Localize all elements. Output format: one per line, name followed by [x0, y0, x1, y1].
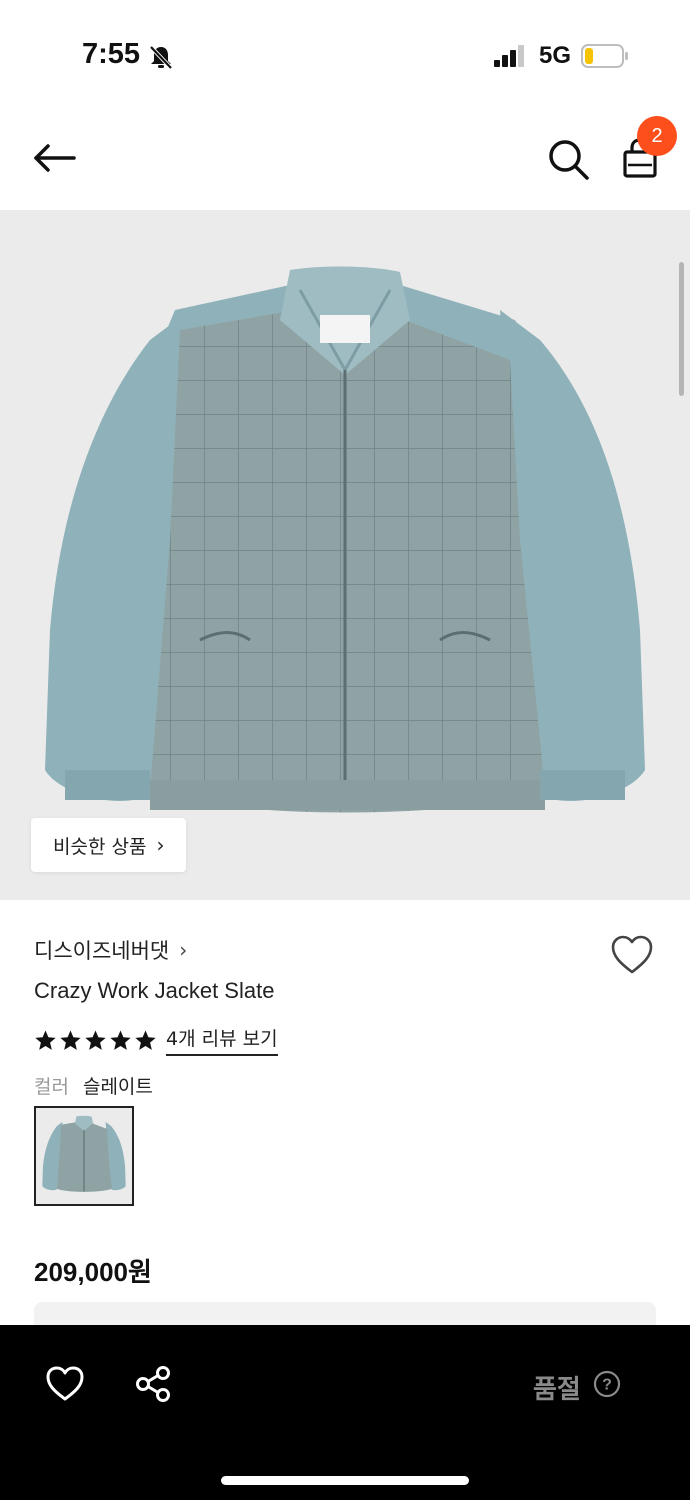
battery-icon	[581, 44, 628, 68]
brand-link[interactable]: 디스이즈네버댓 ›	[34, 935, 187, 965]
share-icon[interactable]	[134, 1365, 172, 1403]
product-image[interactable]	[0, 210, 690, 900]
jacket-thumbnail	[42, 1115, 126, 1192]
star-icon	[60, 1029, 81, 1050]
star-icon	[135, 1029, 156, 1050]
scroll-indicator[interactable]	[679, 262, 684, 396]
similar-products-label: 비슷한 상품	[53, 835, 147, 858]
bottom-action-bar: 품절 ?	[0, 1325, 690, 1500]
brand-name: 디스이즈네버댓	[34, 939, 170, 963]
star-icon	[110, 1029, 131, 1050]
signal-icon	[494, 45, 524, 67]
similar-products-button[interactable]: 비슷한 상품 ›	[31, 818, 187, 872]
svg-text:?: ?	[602, 1377, 612, 1394]
status-time: 7:55	[82, 38, 141, 70]
chevron-right-icon: ›	[156, 833, 165, 857]
nav-bar	[0, 110, 690, 210]
color-swatch-slate[interactable]	[34, 1106, 134, 1206]
color-label: 컬러	[34, 1076, 69, 1098]
network-label: 5G	[539, 42, 572, 69]
search-icon[interactable]	[543, 134, 593, 184]
heart-icon[interactable]	[45, 1365, 85, 1403]
review-link[interactable]: 4개 리뷰 보기	[166, 1024, 278, 1056]
help-icon[interactable]: ?	[593, 1370, 621, 1398]
soldout-label: 품절	[533, 1375, 581, 1405]
bell-muted-icon	[149, 45, 173, 70]
heart-icon[interactable]	[610, 934, 654, 976]
star-icon	[85, 1029, 106, 1050]
back-button[interactable]	[28, 136, 80, 180]
color-row: 컬러 슬레이트	[34, 1072, 153, 1099]
star-icon	[35, 1029, 56, 1050]
jacket-image	[45, 266, 645, 813]
product-title: Crazy Work Jacket Slate	[34, 978, 275, 1003]
chevron-right-icon: ›	[179, 938, 188, 962]
cart-count-badge: 2	[637, 116, 677, 156]
rating-row: 4개 리뷰 보기	[34, 1024, 278, 1056]
home-indicator[interactable]	[221, 1476, 469, 1485]
color-value: 슬레이트	[82, 1076, 153, 1098]
status-bar: 7:55 5G	[0, 0, 690, 110]
back-arrow-icon	[34, 144, 76, 172]
product-price: 209,000원	[34, 1257, 152, 1287]
rating-stars	[34, 1029, 157, 1052]
